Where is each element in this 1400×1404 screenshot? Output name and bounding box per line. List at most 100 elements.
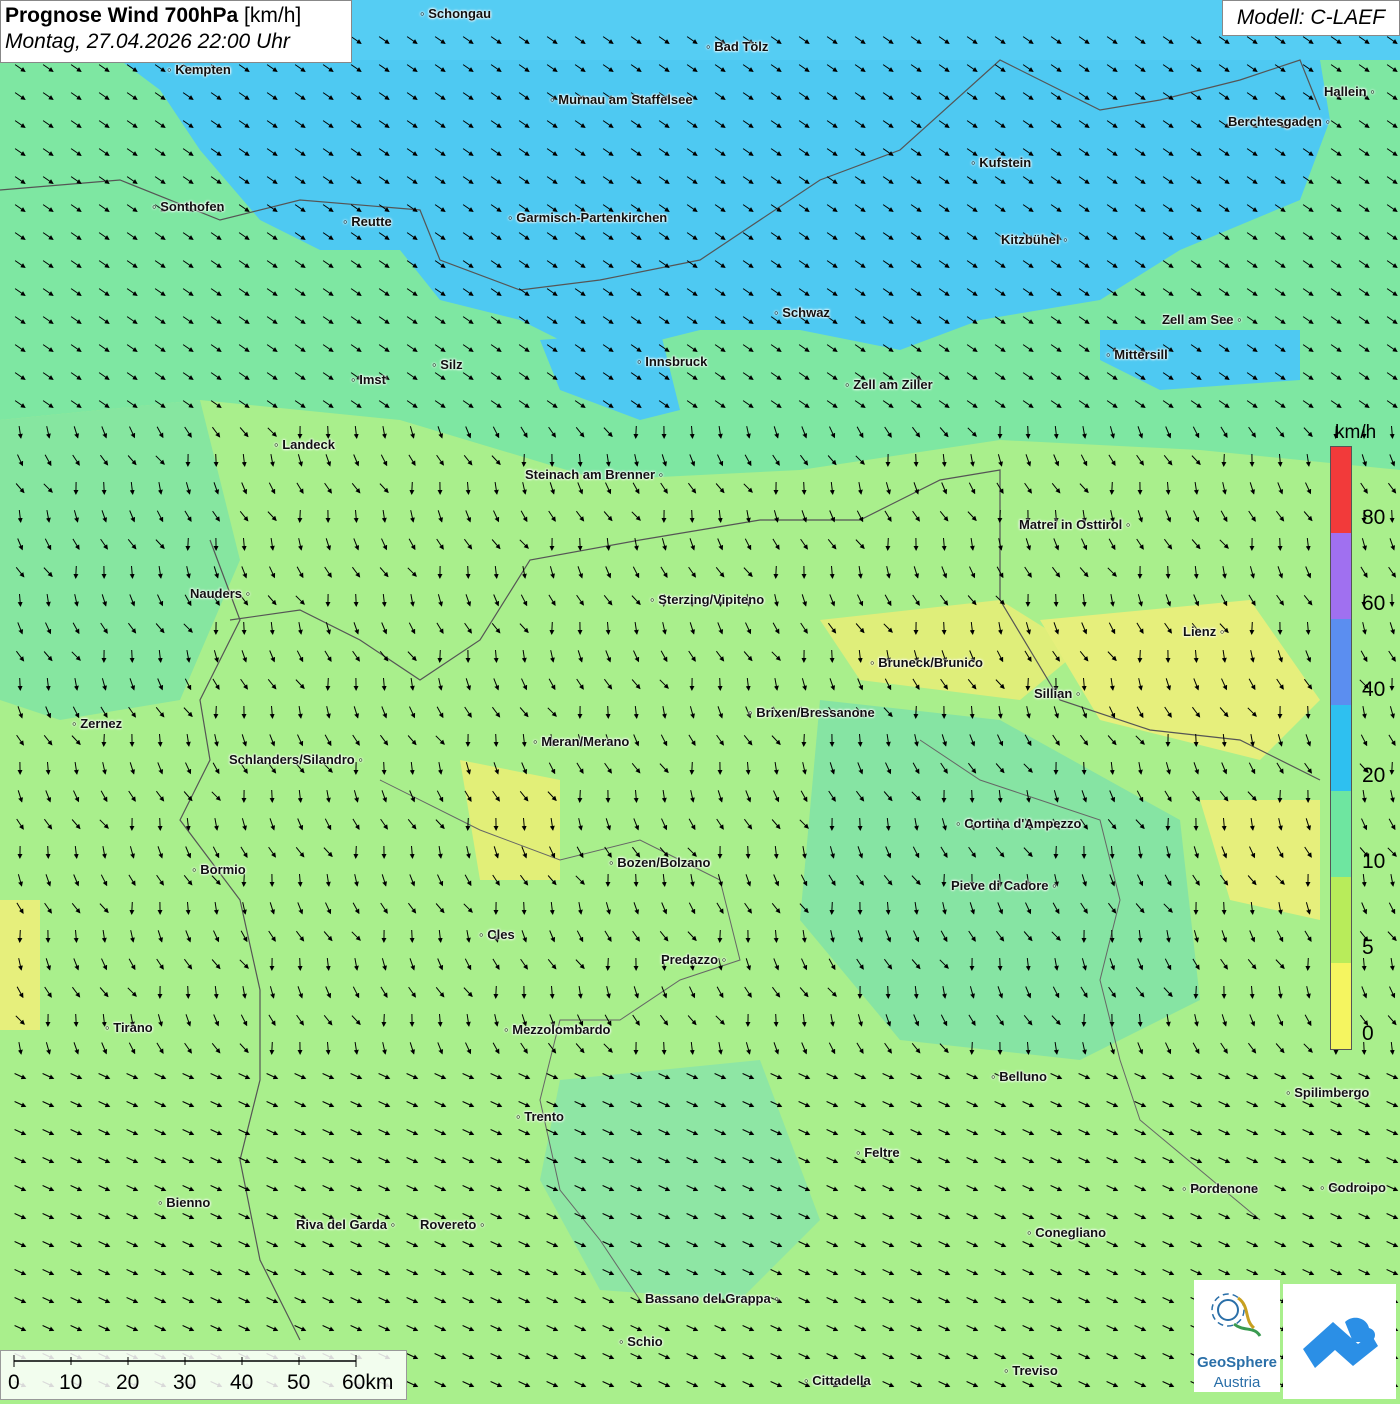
city-label: ◦ Zernez — [72, 716, 122, 731]
city-label: ◦ Garmisch-Partenkirchen — [508, 210, 667, 225]
wind-arrow — [1112, 930, 1113, 942]
wind-arrow — [160, 818, 161, 830]
city-label: ◦ Bozen/Bolzano — [609, 855, 710, 870]
wind-arrow — [440, 650, 441, 662]
city-label: ◦ Schwaz — [774, 305, 830, 320]
city-label: Kitzbühel ◦ — [1001, 232, 1068, 247]
wind-arrow — [272, 790, 273, 802]
wind-arrow — [244, 622, 245, 634]
wind-arrow — [916, 706, 917, 718]
wind-arrow — [1168, 566, 1169, 578]
city-label: ◦ Mezzolombardo — [504, 1022, 610, 1037]
wind-arrow — [860, 818, 861, 830]
wind-arrow — [1028, 678, 1029, 690]
wind-arrow — [1000, 510, 1001, 522]
wind-arrow — [1196, 734, 1197, 746]
wind-arrow — [1000, 958, 1001, 970]
legend-label: 0 — [1362, 1022, 1374, 1046]
model-label: Modell: C-LAEF — [1222, 0, 1400, 36]
wind-arrow — [468, 566, 469, 578]
city-label: ◦ Silz — [432, 357, 463, 372]
city-label: ◦ Belluno — [991, 1069, 1047, 1084]
city-label: Pieve di Cadore ◦ — [951, 878, 1057, 893]
wind-arrow — [216, 454, 217, 466]
scale-label: 50 — [287, 1371, 310, 1395]
weather-app-icon — [1283, 1284, 1396, 1399]
wind-arrow — [608, 958, 609, 970]
legend-color-segment — [1331, 791, 1351, 877]
scale-label: 40 — [230, 1371, 253, 1395]
wind-arrow — [1308, 706, 1309, 718]
city-label: ◦ Treviso — [1004, 1363, 1058, 1378]
wind-arrow — [1392, 510, 1393, 522]
legend-color-segment — [1331, 619, 1351, 705]
geosphere-logo[interactable]: GeoSphere Austria — [1194, 1280, 1280, 1392]
city-label: ◦ Codroipo — [1320, 1180, 1386, 1195]
wind-arrow — [776, 1014, 777, 1026]
city-label: Zell am See ◦ — [1162, 312, 1242, 327]
city-label: ◦ Brixen/Bressanone — [748, 705, 875, 720]
wind-arrow — [1392, 762, 1393, 774]
wind-arrow — [636, 426, 637, 438]
city-label: ◦ Kufstein — [971, 155, 1031, 170]
wind-arrow — [1252, 622, 1253, 634]
wind-arrow — [552, 622, 553, 634]
wind-arrow — [188, 538, 189, 550]
city-label: Steinach am Brenner ◦ — [525, 467, 663, 482]
wind-arrow — [20, 678, 21, 690]
wind-arrow — [1280, 538, 1281, 550]
app-logo[interactable] — [1283, 1284, 1396, 1399]
legend-unit: km/h — [1335, 422, 1376, 444]
wind-arrow — [412, 482, 413, 494]
city-label: Schlanders/Silandro ◦ — [229, 752, 363, 767]
legend-color-segment — [1331, 705, 1351, 791]
wind-arrow — [132, 902, 133, 914]
city-label: ◦ Bad Tölz — [706, 39, 768, 54]
wind-arrow — [1112, 482, 1113, 494]
wind-arrow — [384, 1014, 385, 1026]
wind-arrow — [468, 818, 469, 830]
title-box: Prognose Wind 700hPa [km/h] Montag, 27.0… — [0, 0, 352, 63]
title-unit: [km/h] — [244, 4, 301, 27]
city-label: ◦ Reutte — [343, 214, 392, 229]
scale-label: 20 — [116, 1371, 139, 1395]
city-label: ◦ Trento — [516, 1109, 564, 1124]
wind-arrow — [76, 566, 77, 578]
city-label: ◦ Bruneck/Brunico — [870, 655, 983, 670]
wind-arrow — [300, 510, 301, 522]
wind-arrow — [76, 1014, 77, 1026]
city-label: ◦ Landeck — [274, 437, 335, 452]
wind-arrow — [1084, 762, 1085, 774]
wind-arrow — [804, 734, 805, 746]
wind-arrow — [580, 538, 581, 550]
scale-bar: 0 10 20 30 40 50 60km — [0, 1350, 407, 1400]
wind-arrow — [692, 510, 693, 522]
wind-arrow — [48, 846, 49, 858]
wind-arrow — [384, 762, 385, 774]
wind-arrow — [1196, 986, 1197, 998]
wind-arrow — [1224, 902, 1225, 914]
city-label: Lienz ◦ — [1183, 624, 1224, 639]
scale-ruler — [1, 1351, 408, 1373]
legend-color-segment — [1331, 533, 1351, 619]
city-label: Rovereto ◦ — [420, 1217, 485, 1232]
wind-arrow — [1056, 594, 1057, 606]
wind-arrow — [720, 678, 721, 690]
legend-label: 5 — [1362, 936, 1374, 960]
city-label: ◦ Schio — [619, 1334, 663, 1349]
wind-arrow — [1140, 650, 1141, 662]
wind-arrow — [1308, 958, 1309, 970]
forecast-datetime: Montag, 27.04.2026 22:00 Uhr — [5, 30, 347, 54]
wind-arrow — [104, 734, 105, 746]
legend-color-segment — [1331, 963, 1351, 1049]
city-label: ◦ Cles — [479, 927, 515, 942]
city-label: ◦ Bienno — [158, 1195, 210, 1210]
city-label: ◦ Innsbruck — [637, 354, 707, 369]
wind-arrow — [1084, 1014, 1085, 1026]
city-label: ◦ Cittadella — [804, 1373, 871, 1388]
city-label: ◦ Imst — [351, 372, 386, 387]
wind-arrow — [524, 454, 525, 466]
city-label: ◦ Spilimbergo — [1286, 1085, 1369, 1100]
wind-arrow — [944, 622, 945, 634]
wind-arrow — [1168, 818, 1169, 830]
